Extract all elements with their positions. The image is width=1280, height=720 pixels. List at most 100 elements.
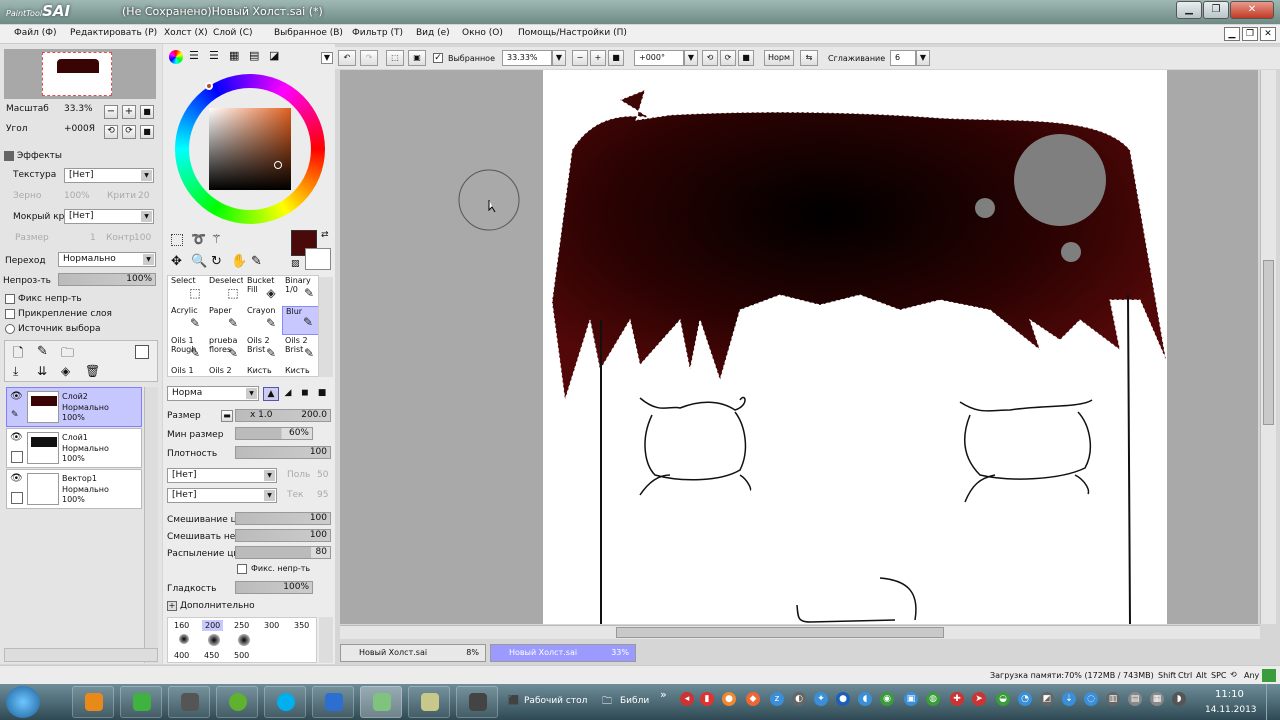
preset-size[interactable]: 300 [264,621,279,630]
rotate-right-button[interactable]: ⟳ [720,50,736,66]
tool-oils-2[interactable]: Oils 2 Brist ✎ [282,336,318,365]
magic-wand-tool-icon[interactable]: ⚚ [211,232,222,246]
hand-tool-icon[interactable]: ✋ [231,254,247,269]
hue-marker[interactable] [205,82,213,90]
brush-shape-sharp-icon[interactable]: ▲ [263,387,279,401]
layer-item-sloi1[interactable]: 👁 Слой1 Нормально 100% [6,428,142,468]
scale-reset-button[interactable]: ■ [140,105,154,119]
mdi-minimize-icon[interactable]: ▁ [1224,27,1240,41]
undo-button[interactable]: ↶ [338,50,356,66]
tray-app-icon[interactable]: ✚ [950,692,964,706]
tool-oils-2[interactable]: Oils 2 Brist ✎ [244,336,281,365]
tray-app-icon[interactable]: ▤ [1128,692,1142,706]
mdi-close-icon[interactable]: ✕ [1260,27,1276,41]
tool-paper[interactable]: Paper ✎ [206,306,243,335]
taskbar-app-browser[interactable] [312,686,354,718]
blending-slider[interactable]: 100 [235,512,331,525]
preset-size[interactable]: 400 [174,651,189,660]
tray-app-icon[interactable]: ⇣ [1062,692,1076,706]
layer-lock-box[interactable] [11,492,23,504]
tray-app-icon[interactable]: ◩ [1040,692,1054,706]
tray-app-icon[interactable]: ◖ [858,692,872,706]
tray-app-icon[interactable]: ◂ [680,692,694,706]
menu-file[interactable]: Файл (Ф) [14,28,57,38]
clock-time[interactable]: 11:10 [1215,689,1244,700]
smoothing-dropdown-icon[interactable]: ▼ [916,50,930,66]
opacity-slider[interactable]: 100% [58,273,156,286]
taskbar-app-game[interactable] [168,686,210,718]
layer-item-vector1[interactable]: 👁 Вектор1 Нормально 100% [6,469,142,509]
keep-opacity-checkbox[interactable] [237,564,247,574]
preset-size[interactable]: 500 [234,651,249,660]
rotate-reset-button[interactable]: ■ [738,50,754,66]
tool-blur[interactable]: Blur ✎ [282,306,318,335]
marquee-tool-icon[interactable] [171,234,183,246]
taskbar-app-firefox[interactable] [72,686,114,718]
layer-lock-box[interactable] [11,451,23,463]
tray-app-icon[interactable]: ◒ [996,692,1010,706]
smoothness-slider[interactable]: 100% [235,581,313,594]
tray-app-icon[interactable]: ◌ [1084,692,1098,706]
tray-app-icon[interactable]: ➤ [972,692,986,706]
wet-edge-select[interactable]: [Нет] [64,209,154,224]
min-size-slider[interactable]: 60% [235,427,313,440]
menu-edit[interactable]: Редактировать (Р) [70,28,157,38]
angle-dropdown-icon[interactable]: ▼ [684,50,698,66]
desktop-toolbar-label[interactable]: Рабочий стол [524,696,587,706]
eyedropper-tool-icon[interactable]: ✎ [251,254,262,269]
tool-oils-1[interactable]: Oils 1 Rough ✎ [168,336,205,365]
tray-app-icon[interactable]: ● [836,692,850,706]
visibility-eye-icon[interactable]: 👁 [10,391,24,405]
secondary-color-swatch[interactable] [305,248,331,270]
canvas-vscrollbar[interactable] [1260,70,1276,624]
smoothing-field[interactable]: 6 [890,50,916,66]
clip-layer-checkbox[interactable] [5,309,15,319]
toolbar-more-icon[interactable]: » [660,688,667,701]
redo-button[interactable]: ↷ [360,50,378,66]
brush-lock-icon[interactable]: ✎ [11,410,19,420]
tool-кисть[interactable]: Кисть✎ [244,366,281,376]
move-tool-icon[interactable]: ✥ [171,254,182,269]
scratchpad-tab-icon[interactable]: ▤ [249,50,263,64]
taskbar-app-utorrent[interactable] [216,686,258,718]
canvas-viewport[interactable] [340,70,1258,624]
selection-visible-checkbox[interactable]: ✓ [433,53,443,63]
hsv-slider-tab-icon[interactable]: ☰ [209,50,223,64]
advanced-expand-icon[interactable]: + [167,601,177,611]
tray-app-icon[interactable]: ◔ [1018,692,1032,706]
show-desktop-button[interactable] [1266,684,1280,720]
tool-oils-1[interactable]: Oils 1✎ [168,366,205,376]
saturation-value-square[interactable] [209,108,291,190]
new-folder-icon[interactable]: 🗀 [61,344,74,366]
close-button[interactable]: ✕ [1230,1,1274,19]
mask-icon[interactable] [135,345,149,359]
layers-hscrollbar[interactable] [4,648,158,662]
rotate-tool-icon[interactable]: ↻ [211,254,222,269]
taskbar-app-skype[interactable] [264,686,306,718]
library-toolbar-label[interactable]: Библи [620,696,649,706]
swap-colors-icon[interactable]: ⇄ [321,230,329,240]
angle-field[interactable]: +000° [634,50,684,66]
zoom-tool-icon[interactable]: 🔍 [191,254,207,269]
zoom-reset-button[interactable]: ■ [608,50,624,66]
canvas-vscroll-thumb[interactable] [1263,260,1274,425]
selection-source-radio[interactable] [5,324,15,334]
tool-deselect[interactable]: Deselect ⬚ [206,276,243,305]
invert-selection-button[interactable]: ▣ [408,50,426,66]
scale-out-button[interactable]: − [104,105,118,119]
tools-scrollbar[interactable] [319,277,333,377]
clock-date[interactable]: 14.11.2013 [1205,705,1257,715]
visibility-eye-icon[interactable]: 👁 [10,432,24,446]
brush-shape-select[interactable]: [Нет] [167,468,277,483]
tool-select[interactable]: Select ⬚ [168,276,205,305]
tool-binary[interactable]: Binary 1/0 ✎ [282,276,318,305]
flip-horizontal-button[interactable]: ⇆ [800,50,818,66]
brush-shape-square-icon[interactable]: ■ [314,387,330,401]
zoom-dropdown-icon[interactable]: ▼ [552,50,566,66]
preset-size[interactable]: 160 [174,621,189,630]
rotate-left-button[interactable]: ⟲ [702,50,718,66]
tool-bucket[interactable]: Bucket Fill ◈ [244,276,281,305]
merge-down-icon[interactable]: ⇊ [37,364,47,378]
swatches-tab-icon[interactable]: ▦ [229,50,243,64]
tray-app-icon[interactable]: ◉ [880,692,894,706]
